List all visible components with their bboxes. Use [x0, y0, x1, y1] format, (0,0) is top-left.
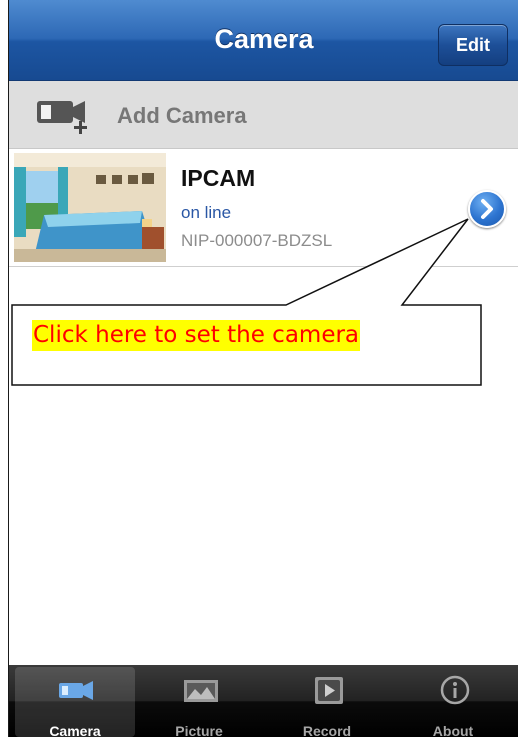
- phone-screen: Camera Edit Add Camera IPCAM on line NIP…: [8, 0, 518, 737]
- record-icon: [315, 677, 343, 704]
- camera-id: NIP-000007-BDZSL: [181, 231, 333, 250]
- tab-camera[interactable]: Camera: [15, 667, 135, 737]
- tab-picture[interactable]: Picture: [139, 667, 259, 737]
- camera-icon: [59, 681, 93, 700]
- disclosure-button[interactable]: [468, 190, 506, 228]
- callout-text: Click here to set the camera: [32, 320, 361, 351]
- navigation-bar: Camera Edit: [9, 0, 518, 81]
- tab-camera-label: Camera: [49, 723, 101, 737]
- tab-record-label: Record: [302, 723, 352, 737]
- camera-thumbnail: [14, 153, 166, 262]
- tab-picture-label: Picture: [175, 723, 223, 737]
- camera-list-item[interactable]: IPCAM on line NIP-000007-BDZSL: [9, 149, 518, 267]
- tab-about-label: About: [432, 723, 474, 737]
- edit-button[interactable]: Edit: [438, 24, 508, 66]
- picture-icon: [184, 680, 218, 702]
- add-camera-row[interactable]: Add Camera: [9, 81, 518, 149]
- tab-bar: Camera Picture Record About: [9, 665, 518, 737]
- chevron-right-icon: [481, 199, 493, 219]
- info-icon: [440, 675, 470, 705]
- add-camera-icon: [37, 101, 87, 134]
- camera-name: IPCAM: [181, 165, 256, 191]
- tab-about[interactable]: About: [393, 667, 513, 737]
- tab-record[interactable]: Record: [267, 667, 387, 737]
- add-camera-label: Add Camera: [117, 103, 247, 128]
- camera-status: on line: [181, 203, 232, 222]
